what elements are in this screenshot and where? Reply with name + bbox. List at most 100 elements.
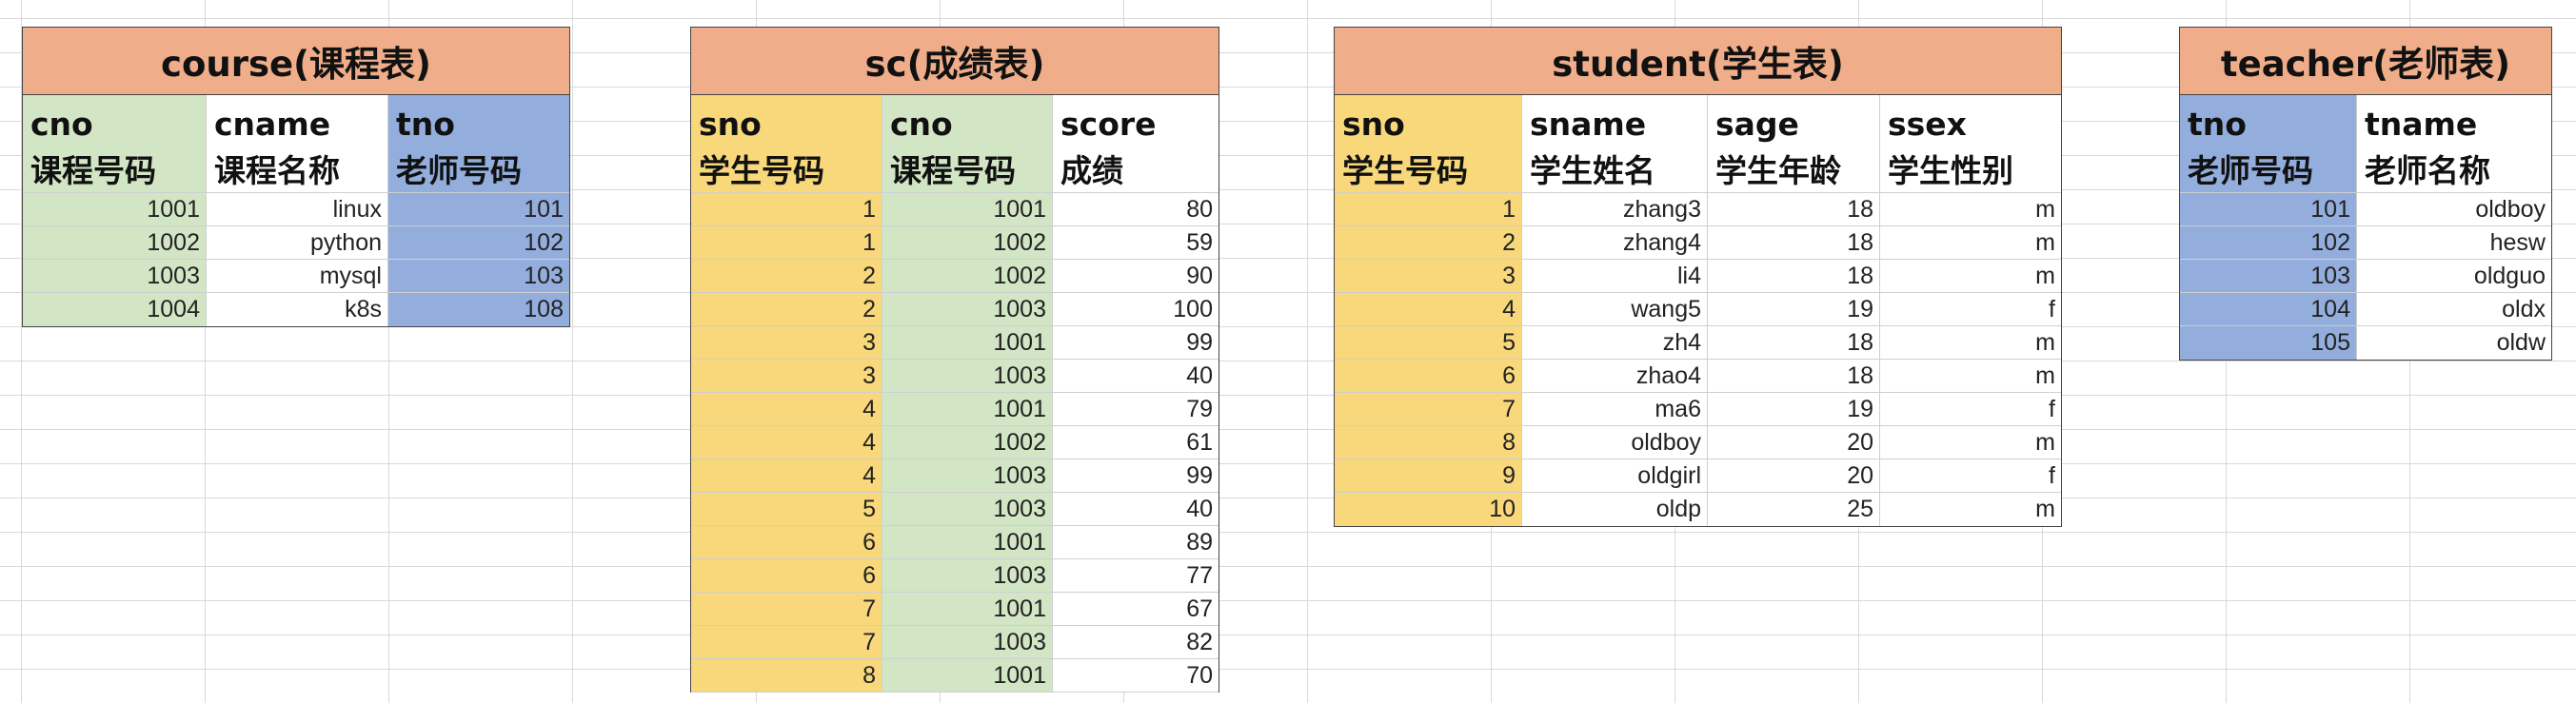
table-cell[interactable]: oldw (2357, 326, 2551, 360)
table-cell[interactable]: m (1880, 326, 2061, 360)
table-cell[interactable]: 18 (1708, 360, 1879, 393)
table-cell[interactable]: 105 (2180, 326, 2356, 360)
table-cell[interactable]: 59 (1053, 226, 1219, 260)
table-cell[interactable]: zhang4 (1522, 226, 1707, 260)
table-cell[interactable]: oldguo (2357, 260, 2551, 293)
table-cell[interactable]: 18 (1708, 193, 1879, 226)
table-cell[interactable]: 2 (691, 293, 882, 326)
table-cell[interactable]: 5 (691, 493, 882, 526)
table-cell[interactable]: 7 (691, 626, 882, 659)
table-cell[interactable]: 1001 (882, 526, 1052, 559)
table-cell[interactable]: 5 (1335, 326, 1521, 360)
table-cell[interactable]: mysql (207, 260, 387, 293)
table-cell[interactable]: 8 (1335, 426, 1521, 459)
table-cell[interactable]: 70 (1053, 659, 1219, 693)
table-cell[interactable]: oldboy (1522, 426, 1707, 459)
table-cell[interactable]: 1003 (882, 626, 1052, 659)
table-cell[interactable]: 100 (1053, 293, 1219, 326)
table-cell[interactable]: 1004 (23, 293, 206, 326)
table-cell[interactable]: 1003 (882, 559, 1052, 593)
table-cell[interactable]: 3 (1335, 260, 1521, 293)
table-cell[interactable]: 3 (691, 326, 882, 360)
table-cell[interactable]: m (1880, 426, 2061, 459)
table-cell[interactable]: 90 (1053, 260, 1219, 293)
table-cell[interactable]: 102 (2180, 226, 2356, 260)
table-cell[interactable]: zh4 (1522, 326, 1707, 360)
table-cell[interactable]: 7 (691, 593, 882, 626)
table-cell[interactable]: 1003 (23, 260, 206, 293)
table-cell[interactable]: 4 (691, 393, 882, 426)
table-cell[interactable]: 8 (691, 659, 882, 693)
table-cell[interactable]: 1002 (23, 226, 206, 260)
table-cell[interactable]: 1001 (882, 593, 1052, 626)
table-cell[interactable]: zhang3 (1522, 193, 1707, 226)
table-cell[interactable]: 82 (1053, 626, 1219, 659)
table-cell[interactable]: 1 (691, 226, 882, 260)
table-cell[interactable]: 2 (1335, 226, 1521, 260)
table-cell[interactable]: 103 (2180, 260, 2356, 293)
table-cell[interactable]: m (1880, 260, 2061, 293)
table-cell[interactable]: linux (207, 193, 387, 226)
table-cell[interactable]: f (1880, 459, 2061, 493)
table-cell[interactable]: 1001 (23, 193, 206, 226)
table-cell[interactable]: 19 (1708, 393, 1879, 426)
table-cell[interactable]: 6 (1335, 360, 1521, 393)
table-cell[interactable]: 1 (1335, 193, 1521, 226)
table-cell[interactable]: 6 (691, 526, 882, 559)
table-cell[interactable]: 6 (691, 559, 882, 593)
table-cell[interactable]: 1002 (882, 260, 1052, 293)
table-cell[interactable]: oldp (1522, 493, 1707, 526)
table-cell[interactable]: 99 (1053, 326, 1219, 360)
table-cell[interactable]: python (207, 226, 387, 260)
table-cell[interactable]: 101 (2180, 193, 2356, 226)
table-cell[interactable]: 4 (691, 426, 882, 459)
table-cell[interactable]: hesw (2357, 226, 2551, 260)
table-cell[interactable]: 77 (1053, 559, 1219, 593)
table-cell[interactable]: 99 (1053, 459, 1219, 493)
table-cell[interactable]: k8s (207, 293, 387, 326)
table-cell[interactable]: 1002 (882, 426, 1052, 459)
table-cell[interactable]: wang5 (1522, 293, 1707, 326)
table-cell[interactable]: 103 (388, 260, 569, 293)
table-cell[interactable]: 104 (2180, 293, 2356, 326)
table-cell[interactable]: f (1880, 293, 2061, 326)
table-cell[interactable]: f (1880, 393, 2061, 426)
table-cell[interactable]: 80 (1053, 193, 1219, 226)
table-cell[interactable]: oldgirl (1522, 459, 1707, 493)
table-cell[interactable]: 1 (691, 193, 882, 226)
table-cell[interactable]: 40 (1053, 360, 1219, 393)
table-cell[interactable]: 9 (1335, 459, 1521, 493)
table-cell[interactable]: zhao4 (1522, 360, 1707, 393)
table-cell[interactable]: 89 (1053, 526, 1219, 559)
table-cell[interactable]: 1001 (882, 659, 1052, 693)
table-cell[interactable]: 18 (1708, 260, 1879, 293)
table-cell[interactable]: 101 (388, 193, 569, 226)
table-cell[interactable]: m (1880, 226, 2061, 260)
table-cell[interactable]: 1003 (882, 293, 1052, 326)
table-cell[interactable]: oldboy (2357, 193, 2551, 226)
table-cell[interactable]: 79 (1053, 393, 1219, 426)
table-cell[interactable]: 102 (388, 226, 569, 260)
table-cell[interactable]: 2 (691, 260, 882, 293)
table-cell[interactable]: 1002 (882, 226, 1052, 260)
table-cell[interactable]: 18 (1708, 326, 1879, 360)
table-cell[interactable]: 1001 (882, 393, 1052, 426)
table-cell[interactable]: 4 (691, 459, 882, 493)
table-cell[interactable]: 108 (388, 293, 569, 326)
table-cell[interactable]: 1003 (882, 493, 1052, 526)
table-cell[interactable]: 1003 (882, 459, 1052, 493)
table-cell[interactable]: oldx (2357, 293, 2551, 326)
table-cell[interactable]: 25 (1708, 493, 1879, 526)
table-cell[interactable]: ma6 (1522, 393, 1707, 426)
table-cell[interactable]: m (1880, 193, 2061, 226)
table-cell[interactable]: 20 (1708, 459, 1879, 493)
table-cell[interactable]: 1001 (882, 326, 1052, 360)
table-cell[interactable]: 61 (1053, 426, 1219, 459)
table-cell[interactable]: m (1880, 493, 2061, 526)
table-cell[interactable]: 3 (691, 360, 882, 393)
table-cell[interactable]: 67 (1053, 593, 1219, 626)
table-cell[interactable]: 1001 (882, 193, 1052, 226)
table-cell[interactable]: 7 (1335, 393, 1521, 426)
table-cell[interactable]: 19 (1708, 293, 1879, 326)
table-cell[interactable]: li4 (1522, 260, 1707, 293)
